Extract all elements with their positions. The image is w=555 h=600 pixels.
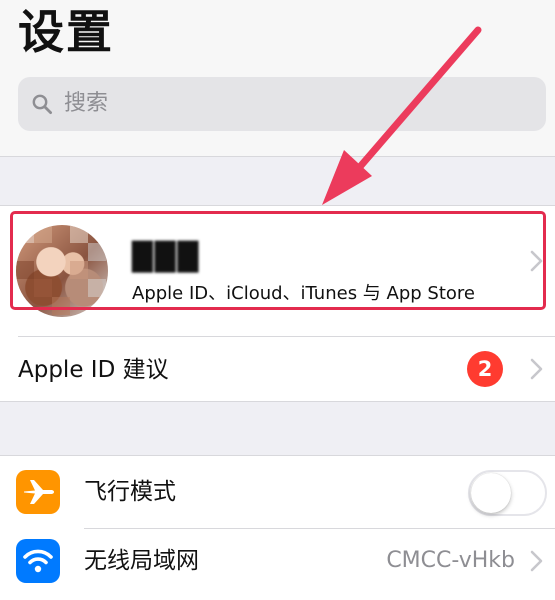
- page-title: 设置: [18, 5, 114, 59]
- search-placeholder: 搜索: [64, 91, 109, 116]
- wifi-icon: [16, 539, 60, 583]
- airplane-mode-toggle[interactable]: [468, 470, 547, 516]
- apple-id-suggestions-label: Apple ID 建议: [18, 357, 169, 383]
- airplane-mode-label: 飞行模式: [84, 479, 176, 505]
- profile-cell[interactable]: ███ Apple ID、iCloud、iTunes 与 App Store: [0, 206, 555, 317]
- header-area: 设置 搜索: [0, 0, 555, 157]
- connectivity-group: 飞行模式 无线局域网 CMCC-vHkb: [0, 455, 555, 600]
- toggle-knob: [471, 473, 511, 513]
- search-bar[interactable]: 搜索: [18, 77, 546, 131]
- highlight-box: [10, 211, 546, 310]
- airplane-mode-row[interactable]: 飞行模式: [0, 456, 555, 528]
- settings-screen: 设置 搜索 ███ Apple ID、iCloud、iTunes 与 App S…: [0, 0, 555, 600]
- chevron-right-icon: [530, 358, 543, 380]
- notification-badge: 2: [467, 351, 503, 387]
- apple-id-suggestions-row[interactable]: Apple ID 建议 2: [0, 337, 555, 401]
- chevron-right-icon: [530, 550, 543, 572]
- search-icon: [32, 94, 53, 115]
- wifi-label: 无线局域网: [84, 548, 199, 574]
- account-group: ███ Apple ID、iCloud、iTunes 与 App Store A…: [0, 205, 555, 402]
- airplane-icon: [16, 470, 60, 514]
- wifi-row[interactable]: 无线局域网 CMCC-vHkb: [0, 529, 555, 600]
- wifi-network-name: CMCC-vHkb: [386, 548, 515, 573]
